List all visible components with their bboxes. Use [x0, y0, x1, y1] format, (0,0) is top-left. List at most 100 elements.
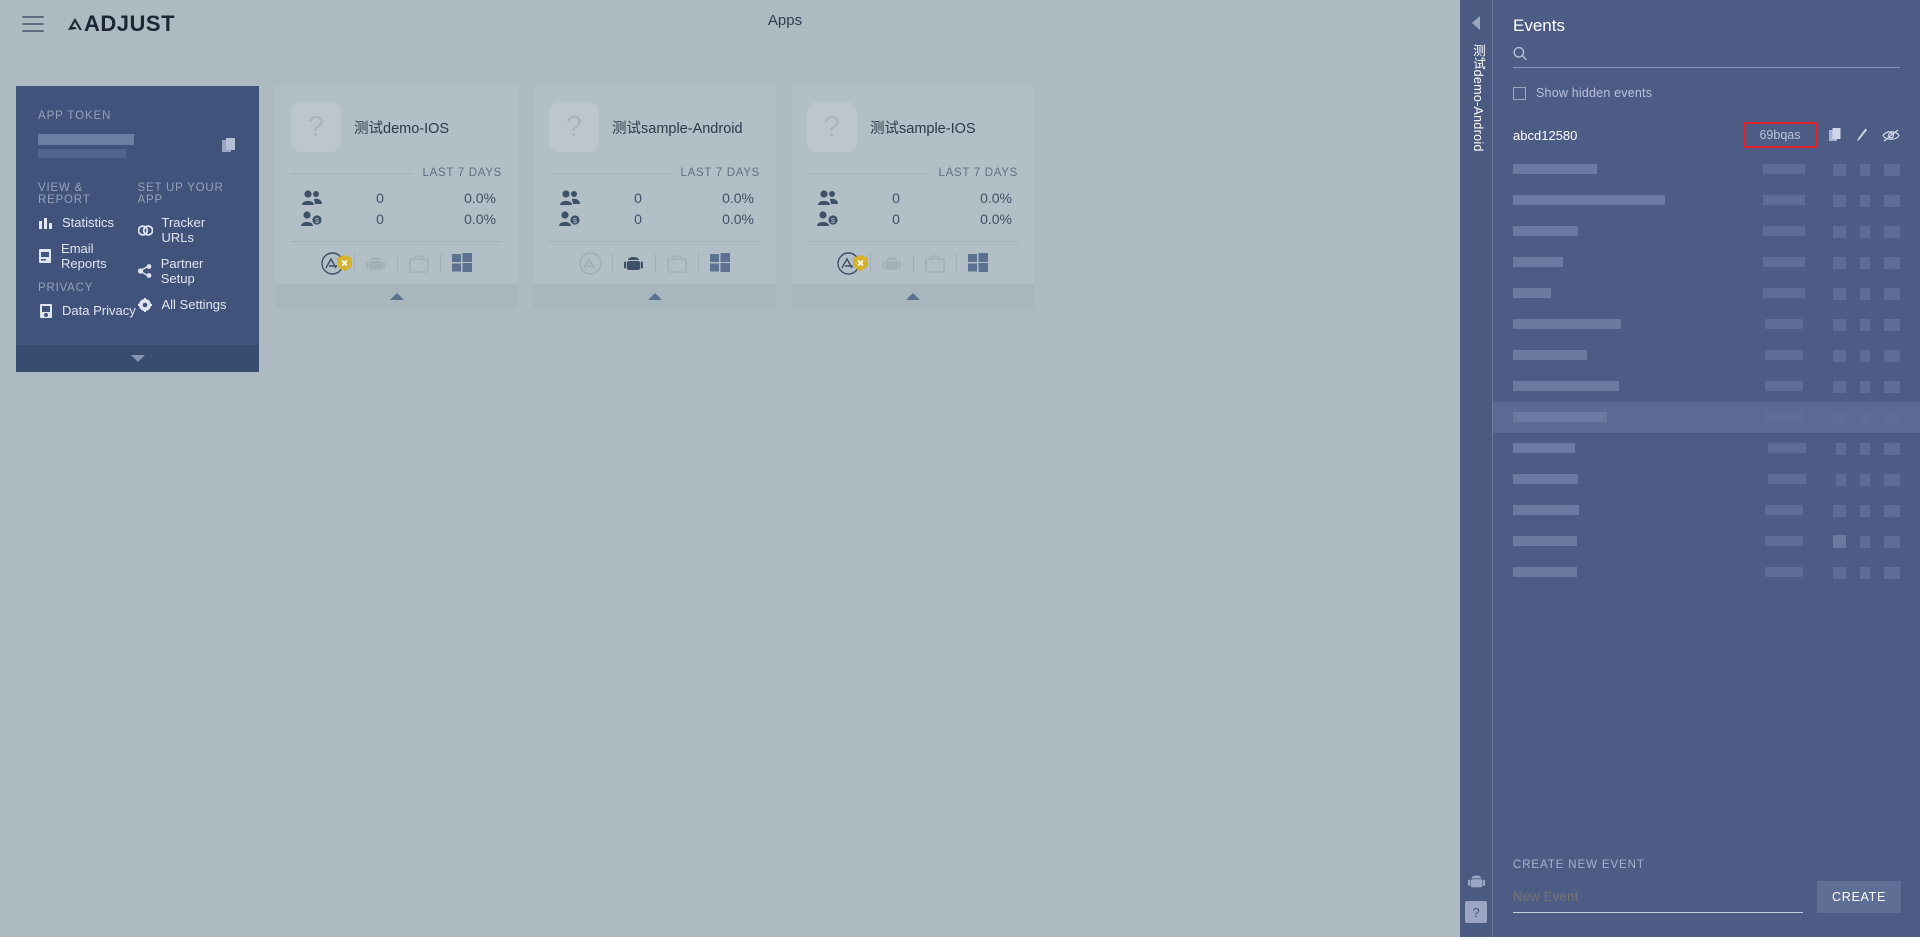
copy-icon[interactable]: [222, 138, 237, 154]
android-icon[interactable]: [1460, 861, 1492, 901]
android-icon[interactable]: [869, 253, 913, 273]
event-row[interactable]: [1493, 278, 1920, 309]
gear-icon: [138, 297, 153, 312]
help-button[interactable]: ?: [1465, 901, 1487, 923]
stat-value: 0: [892, 189, 900, 206]
edit-pencil-icon[interactable]: [1856, 128, 1868, 142]
paying-user-icon: $: [549, 211, 595, 226]
event-row[interactable]: [1493, 154, 1920, 185]
sidebar-item-data-privacy[interactable]: Data Privacy: [38, 303, 138, 318]
period-label: LAST 7 DAYS: [938, 167, 1018, 179]
event-row[interactable]: [1493, 247, 1920, 278]
rail-app-label: 测试demo-Android: [1471, 44, 1485, 152]
event-row[interactable]: [1493, 495, 1920, 526]
sidebar-item-label: Partner Setup: [160, 256, 204, 286]
chevron-down-icon: [130, 355, 145, 362]
stat-row-users: 0 0.0%: [291, 187, 502, 208]
app-card-collapse-button[interactable]: [533, 284, 776, 308]
svg-text:$: $: [315, 218, 319, 225]
copy-icon[interactable]: [1829, 128, 1842, 142]
users-icon: [807, 190, 853, 205]
stat-row-users: 0 0.0%: [549, 187, 760, 208]
sidebar-item-partner-setup[interactable]: Partner Setup: [137, 256, 238, 286]
stat-value: 0: [634, 210, 642, 227]
events-search[interactable]: [1513, 46, 1900, 68]
android-icon[interactable]: [611, 253, 655, 273]
app-token-redacted-value: [38, 134, 134, 158]
stat-row-paying-users: $ 0 0.0%: [807, 208, 1018, 229]
collapse-left-arrow-icon[interactable]: [1472, 16, 1480, 30]
search-input[interactable]: [1535, 46, 1900, 61]
windows-store-icon[interactable]: [955, 253, 999, 273]
stat-value: 0: [376, 210, 384, 227]
event-row[interactable]: [1493, 402, 1920, 433]
amazon-store-icon[interactable]: [396, 253, 440, 273]
divider: [807, 172, 929, 174]
amazon-store-icon[interactable]: [912, 253, 956, 273]
chevron-up-icon: [389, 292, 404, 300]
sidebar-item-tracker-urls[interactable]: Tracker URLs: [137, 215, 238, 245]
stat-row-users: 0 0.0%: [807, 187, 1018, 208]
new-event-input[interactable]: [1513, 889, 1804, 904]
events-drawer: Events Show hidden events abcd12580 69bq…: [1492, 0, 1920, 937]
sidebar-item-email-reports[interactable]: Email Reports: [38, 241, 138, 271]
email-report-icon: [38, 249, 52, 263]
divider: [549, 172, 671, 174]
sidebar-item-statistics[interactable]: Statistics: [38, 215, 138, 230]
app-name: 测试sample-Android: [612, 120, 743, 137]
period-label: LAST 7 DAYS: [422, 167, 502, 179]
checkbox-icon[interactable]: [1513, 86, 1526, 100]
link-icon: [137, 224, 153, 236]
sidebar-item-label: Statistics: [62, 215, 115, 230]
event-row[interactable]: [1493, 185, 1920, 216]
event-row[interactable]: abcd12580 69bqas: [1493, 116, 1920, 154]
svg-text:$: $: [573, 218, 577, 225]
create-button[interactable]: CREATE: [1817, 881, 1901, 913]
info-card-expand-button[interactable]: [16, 345, 259, 372]
event-row[interactable]: [1493, 526, 1920, 557]
app-store-icon[interactable]: [827, 251, 870, 275]
app-card-collapse-button[interactable]: [275, 284, 518, 308]
event-token[interactable]: 69bqas: [1743, 122, 1817, 148]
setup-heading: SET UP YOUR APP: [137, 182, 224, 206]
stat-percent: 0.0%: [722, 210, 754, 227]
stat-percent: 0.0%: [464, 189, 496, 206]
sidebar-item-all-settings[interactable]: All Settings: [138, 297, 238, 312]
amazon-store-icon[interactable]: [654, 253, 698, 273]
divider: [291, 172, 413, 174]
windows-store-icon[interactable]: [439, 253, 483, 273]
stat-value: 0: [892, 210, 900, 227]
android-icon[interactable]: [353, 253, 397, 273]
windows-store-icon[interactable]: [697, 253, 741, 273]
app-name: 测试demo-IOS: [354, 120, 450, 137]
paying-user-icon: $: [807, 211, 853, 226]
event-row[interactable]: [1493, 433, 1920, 464]
show-hidden-events-toggle[interactable]: Show hidden events: [1513, 86, 1900, 100]
view-report-heading: VIEW & REPORT: [38, 182, 91, 206]
events-title: Events: [1513, 16, 1565, 35]
events-list[interactable]: abcd12580 69bqas: [1493, 116, 1920, 588]
event-row[interactable]: [1493, 340, 1920, 371]
app-card[interactable]: ? 测试demo-IOS LAST 7 DAYS 0 0.0% $ 0 0.0%: [275, 86, 518, 308]
share-icon: [137, 264, 152, 278]
chevron-up-icon: [647, 292, 662, 300]
event-row[interactable]: [1493, 371, 1920, 402]
event-row[interactable]: [1493, 464, 1920, 495]
stat-percent: 0.0%: [722, 189, 754, 206]
eye-hidden-icon[interactable]: [1882, 128, 1900, 142]
stat-value: 0: [376, 189, 384, 206]
app-token-row: [38, 134, 237, 158]
setup-your-app-column: SET UP YOUR APP Tracker URLs Partner Set…: [137, 182, 238, 329]
app-store-icon[interactable]: [311, 251, 354, 275]
view-and-report-column: VIEW & REPORT Statistics Email Reports P…: [38, 182, 138, 329]
app-card[interactable]: ? 测试sample-Android LAST 7 DAYS 0 0.0% $ …: [533, 86, 776, 308]
event-name: abcd12580: [1513, 127, 1578, 143]
event-row[interactable]: [1493, 216, 1920, 247]
app-card[interactable]: ? 测试sample-IOS LAST 7 DAYS 0 0.0% $ 0 0.…: [791, 86, 1034, 308]
app-card-collapse-button[interactable]: [791, 284, 1034, 308]
event-row[interactable]: [1493, 557, 1920, 588]
create-new-event-label: CREATE NEW EVENT: [1513, 859, 1645, 871]
app-store-icon[interactable]: [569, 251, 612, 275]
event-row[interactable]: [1493, 309, 1920, 340]
stat-percent: 0.0%: [980, 189, 1012, 206]
